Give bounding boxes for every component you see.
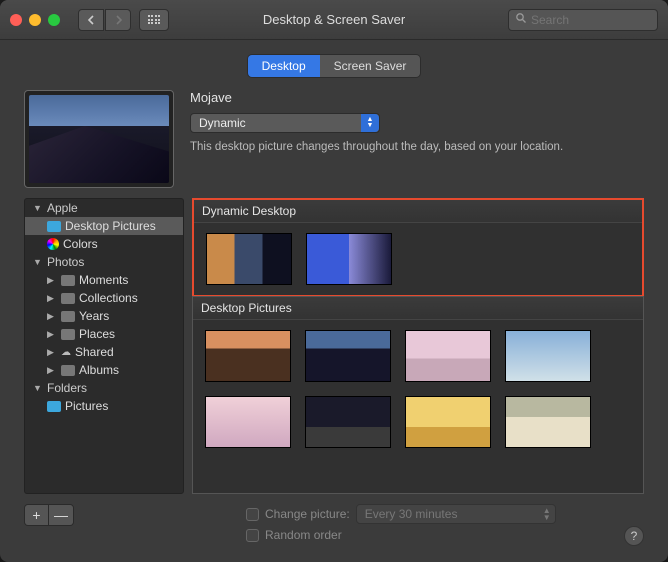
sidebar-item-years[interactable]: ▶Years	[25, 307, 183, 325]
sidebar-section-folders[interactable]: ▼Folders	[25, 379, 183, 397]
disclosure-triangle-icon: ▶	[47, 293, 57, 304]
wallpaper-preview	[24, 90, 174, 188]
add-folder-button[interactable]: +	[25, 505, 49, 525]
add-remove-group: + —	[24, 504, 74, 526]
grid-icon	[148, 15, 161, 24]
disclosure-triangle-icon: ▶	[47, 329, 57, 340]
wallpaper-thumb[interactable]	[305, 396, 391, 448]
disclosure-triangle-icon: ▶	[47, 347, 57, 358]
bottom-bar: + — Change picture: Every 30 minutes ▲▼ …	[0, 494, 668, 562]
cloud-icon: ☁	[61, 347, 71, 358]
sidebar-item-colors[interactable]: Colors	[25, 235, 183, 253]
window-title: Desktop & Screen Saver	[263, 12, 405, 27]
change-picture-label: Change picture:	[265, 507, 350, 521]
forward-button	[105, 9, 131, 31]
wallpaper-description: This desktop picture changes throughout …	[190, 141, 644, 153]
source-sidebar[interactable]: ▼Apple Desktop Pictures Colors ▼Photos ▶…	[24, 198, 184, 494]
current-wallpaper-row: Mojave Dynamic ▲▼ This desktop picture c…	[0, 90, 668, 198]
disclosure-triangle-icon: ▶	[47, 275, 57, 286]
disclosure-triangle-icon: ▼	[33, 203, 43, 213]
close-icon[interactable]	[10, 14, 22, 26]
wallpaper-thumb[interactable]	[405, 330, 491, 382]
wallpaper-thumb[interactable]	[205, 330, 291, 382]
folder-icon	[47, 221, 61, 232]
random-order-checkbox	[246, 529, 259, 542]
tab-screensaver[interactable]: Screen Saver	[320, 55, 421, 77]
prefs-window: Desktop & Screen Saver Desktop Screen Sa…	[0, 0, 668, 562]
titlebar: Desktop & Screen Saver	[0, 0, 668, 40]
section-title-pictures: Desktop Pictures	[193, 297, 643, 320]
sidebar-item-places[interactable]: ▶Places	[25, 325, 183, 343]
minimize-icon[interactable]	[29, 14, 41, 26]
main-row: ▼Apple Desktop Pictures Colors ▼Photos ▶…	[0, 198, 668, 494]
appearance-select[interactable]: Dynamic ▲▼	[190, 113, 380, 133]
dynamic-desktop-section: Dynamic Desktop	[192, 198, 644, 297]
folder-icon	[47, 401, 61, 412]
disclosure-triangle-icon: ▶	[47, 365, 57, 376]
appearance-value: Dynamic	[191, 116, 361, 130]
wallpaper-name: Mojave	[190, 90, 644, 105]
search-field[interactable]	[508, 9, 658, 31]
tab-desktop[interactable]: Desktop	[248, 55, 320, 77]
folder-icon	[61, 365, 75, 376]
wallpaper-thumb[interactable]	[305, 330, 391, 382]
color-wheel-icon	[47, 238, 59, 250]
folder-icon	[61, 275, 75, 286]
interval-select: Every 30 minutes ▲▼	[356, 504, 556, 524]
wallpaper-thumb[interactable]	[505, 330, 591, 382]
traffic-lights	[10, 14, 60, 26]
search-icon	[515, 12, 527, 27]
search-input[interactable]	[531, 13, 651, 27]
section-title-dynamic: Dynamic Desktop	[194, 200, 642, 223]
tab-bar: Desktop Screen Saver	[0, 54, 668, 78]
sidebar-item-collections[interactable]: ▶Collections	[25, 289, 183, 307]
disclosure-triangle-icon: ▼	[33, 257, 43, 267]
desktop-pictures-section: Desktop Pictures	[192, 296, 644, 494]
random-order-label: Random order	[265, 528, 342, 542]
back-button[interactable]	[78, 9, 104, 31]
stepper-icon: ▲▼	[361, 114, 379, 132]
interval-value: Every 30 minutes	[357, 507, 539, 521]
change-picture-checkbox[interactable]	[246, 508, 259, 521]
wallpaper-thumb[interactable]	[505, 396, 591, 448]
disclosure-triangle-icon: ▼	[33, 383, 43, 393]
folder-icon	[61, 311, 75, 322]
sidebar-section-photos[interactable]: ▼Photos	[25, 253, 183, 271]
show-all-button[interactable]	[139, 9, 169, 31]
wallpaper-grid: Dynamic Desktop Desktop Pictures	[192, 198, 644, 494]
stepper-icon: ▲▼	[539, 507, 555, 521]
nav-buttons	[78, 9, 131, 31]
chevron-right-icon	[114, 15, 123, 25]
sidebar-item-pictures-folder[interactable]: Pictures	[25, 397, 183, 415]
remove-folder-button[interactable]: —	[49, 505, 73, 525]
wallpaper-thumb[interactable]	[205, 396, 291, 448]
change-options: Change picture: Every 30 minutes ▲▼ Rand…	[246, 504, 612, 546]
wallpaper-thumb[interactable]	[306, 233, 392, 285]
sidebar-item-desktop-pictures[interactable]: Desktop Pictures	[25, 217, 183, 235]
sidebar-item-albums[interactable]: ▶Albums	[25, 361, 183, 379]
zoom-icon[interactable]	[48, 14, 60, 26]
help-button[interactable]: ?	[624, 526, 644, 546]
wallpaper-thumb[interactable]	[405, 396, 491, 448]
sidebar-item-moments[interactable]: ▶Moments	[25, 271, 183, 289]
wallpaper-thumb[interactable]	[206, 233, 292, 285]
disclosure-triangle-icon: ▶	[47, 311, 57, 322]
folder-icon	[61, 293, 75, 304]
sidebar-section-apple[interactable]: ▼Apple	[25, 199, 183, 217]
folder-icon	[61, 329, 75, 340]
sidebar-item-shared[interactable]: ▶☁Shared	[25, 343, 183, 361]
chevron-left-icon	[87, 15, 96, 25]
